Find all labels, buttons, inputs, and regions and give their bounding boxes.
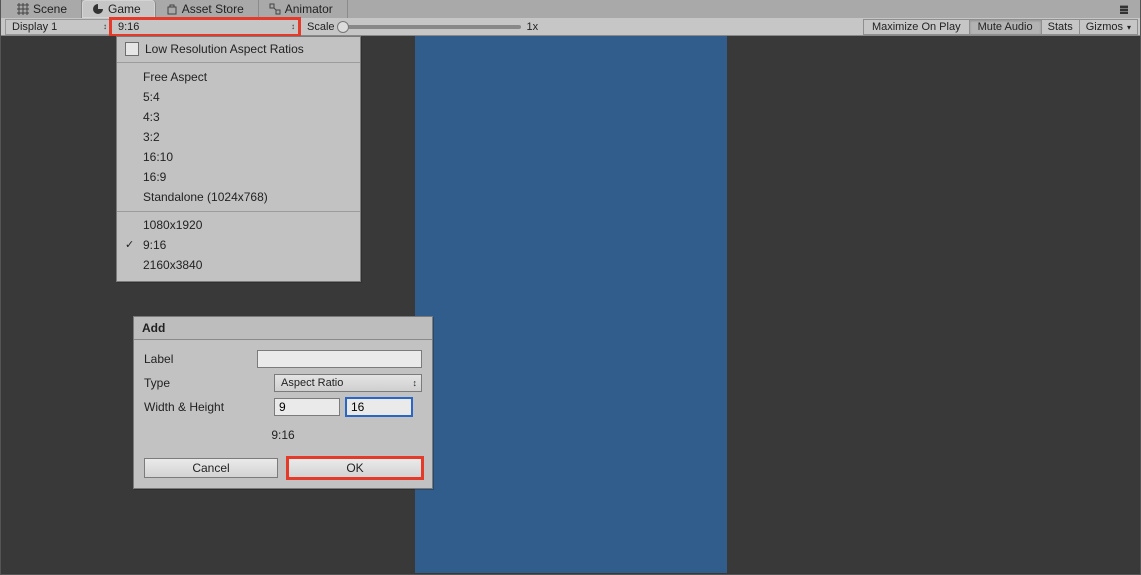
item-label: 5:4 <box>143 90 160 104</box>
height-input[interactable] <box>346 398 412 416</box>
mute-label: Mute Audio <box>978 21 1033 33</box>
tab-label: Scene <box>33 2 67 16</box>
slider-thumb[interactable] <box>337 21 349 33</box>
item-label: Standalone (1024x768) <box>143 190 268 204</box>
tab-label: Game <box>108 2 141 16</box>
bag-icon <box>166 3 178 15</box>
tab-scene[interactable]: Scene <box>7 0 82 18</box>
item-label: 1080x1920 <box>143 218 202 232</box>
label-label: Label <box>144 352 257 366</box>
animator-icon <box>269 3 281 15</box>
tab-label: Animator <box>285 2 333 16</box>
width-input[interactable] <box>274 398 340 416</box>
low-res-toggle[interactable]: Low Resolution Aspect Ratios <box>117 37 360 63</box>
maximize-on-play-button[interactable]: Maximize On Play <box>863 19 970 35</box>
item-label: Free Aspect <box>143 70 207 84</box>
item-label: 3:2 <box>143 130 160 144</box>
cancel-button[interactable]: Cancel <box>144 458 278 478</box>
aspect-item[interactable]: ✓ 9:16 <box>117 235 360 255</box>
game-render-area <box>415 36 727 573</box>
scale-label: Scale <box>307 21 335 33</box>
display-dropdown[interactable]: Display 1 <box>5 19 111 35</box>
scale-group: Scale 1x <box>307 21 538 33</box>
ok-label: OK <box>346 461 363 475</box>
type-label: Type <box>144 376 274 390</box>
item-label: 16:10 <box>143 150 173 164</box>
check-icon: ✓ <box>125 238 134 251</box>
checkbox-icon[interactable] <box>125 42 139 56</box>
label-input[interactable] <box>257 350 422 368</box>
aspect-item[interactable]: 4:3 <box>117 107 360 127</box>
aspect-item[interactable]: Standalone (1024x768) <box>117 187 360 207</box>
tab-game[interactable]: Game <box>82 0 156 18</box>
grid-icon <box>17 3 29 15</box>
tab-label: Asset Store <box>182 2 244 16</box>
maximize-label: Maximize On Play <box>872 21 961 33</box>
type-select[interactable]: Aspect Ratio <box>274 374 422 392</box>
item-label: 9:16 <box>143 238 166 252</box>
stats-button[interactable]: Stats <box>1042 19 1080 35</box>
scale-value: 1x <box>527 21 539 33</box>
item-label: 4:3 <box>143 110 160 124</box>
aspect-preview: 9:16 <box>144 422 422 450</box>
game-window: Scene Game Asset Store Animator ▬▬▬ Disp… <box>0 0 1141 575</box>
tab-asset-store[interactable]: Asset Store <box>156 0 259 18</box>
aspect-list: Free Aspect 5:4 4:3 3:2 16:10 16:9 Stand… <box>117 63 360 281</box>
add-aspect-dialog: Add Label Type Aspect Ratio Width & Heig… <box>133 316 433 489</box>
pacman-icon <box>92 3 104 15</box>
item-label: 16:9 <box>143 170 166 184</box>
aspect-item[interactable]: Free Aspect <box>117 67 360 87</box>
gizmos-label: Gizmos <box>1086 21 1123 33</box>
mute-audio-button[interactable]: Mute Audio <box>970 19 1042 35</box>
aspect-item[interactable]: 16:9 <box>117 167 360 187</box>
wh-label: Width & Height <box>144 400 274 414</box>
scale-slider[interactable] <box>341 25 521 29</box>
cancel-label: Cancel <box>192 461 229 475</box>
context-menu-icon[interactable]: ▬▬▬ <box>1120 4 1136 13</box>
dialog-title: Add <box>134 317 432 340</box>
aspect-dropdown[interactable]: 9:16 <box>111 19 299 35</box>
low-res-label: Low Resolution Aspect Ratios <box>145 42 304 56</box>
aspect-item[interactable]: 3:2 <box>117 127 360 147</box>
tab-bar: Scene Game Asset Store Animator ▬▬▬ <box>1 0 1140 18</box>
aspect-label: 9:16 <box>118 21 139 33</box>
stats-label: Stats <box>1048 21 1073 33</box>
aspect-item[interactable]: 16:10 <box>117 147 360 167</box>
aspect-item[interactable]: 5:4 <box>117 87 360 107</box>
aspect-menu: Low Resolution Aspect Ratios Free Aspect… <box>116 36 361 282</box>
ok-button[interactable]: OK <box>288 458 422 478</box>
aspect-item[interactable]: 2160x3840 <box>117 255 360 275</box>
tab-animator[interactable]: Animator <box>259 0 348 18</box>
gizmos-button[interactable]: Gizmos <box>1080 19 1138 35</box>
display-label: Display 1 <box>12 21 57 33</box>
type-value: Aspect Ratio <box>281 377 343 389</box>
item-label: 2160x3840 <box>143 258 202 272</box>
aspect-item[interactable]: 1080x1920 <box>117 211 360 235</box>
game-toolbar: Display 1 9:16 Scale 1x Maximize On Play… <box>1 18 1140 36</box>
